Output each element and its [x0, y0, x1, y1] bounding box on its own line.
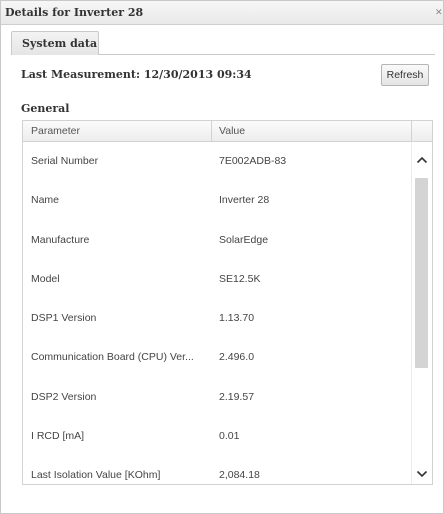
parameter-cell: Model: [31, 272, 60, 285]
general-section-title: General: [21, 102, 70, 115]
parameter-cell: Communication Board (CPU) Ver...: [31, 351, 194, 364]
parameter-cell: DSP2 Version: [31, 390, 97, 403]
table-row[interactable]: I RCD [mA] 0.01: [23, 417, 411, 456]
scrollbar-thumb[interactable]: [415, 178, 428, 368]
panel-title: Details for Inverter 28: [5, 6, 144, 19]
value-cell: 2.19.57: [219, 390, 255, 403]
vertical-scrollbar[interactable]: [411, 142, 432, 484]
parameter-cell: Last Isolation Value [KOhm]: [31, 469, 161, 482]
last-measurement-text: Last Measurement: 12/30/2013 09:34: [21, 68, 252, 81]
value-cell: 1.13.70: [219, 312, 255, 325]
grid-header: Parameter Value: [23, 121, 432, 142]
table-row[interactable]: Last Isolation Value [KOhm] 2,084.18: [23, 456, 411, 484]
tab-strip: System data: [11, 29, 435, 55]
column-separator[interactable]: [211, 121, 212, 142]
table-row[interactable]: Name Inverter 28: [23, 181, 411, 220]
value-cell: Inverter 28: [219, 194, 270, 207]
column-header-value[interactable]: Value: [219, 125, 245, 137]
value-cell: 0.01: [219, 430, 240, 443]
value-cell: SolarEdge: [219, 233, 269, 246]
parameter-cell: Manufacture: [31, 233, 90, 246]
table-row[interactable]: DSP2 Version 2.19.57: [23, 378, 411, 417]
parameter-cell: DSP1 Version: [31, 312, 97, 325]
chevron-down-icon[interactable]: [416, 464, 428, 478]
parameter-cell: Serial Number: [31, 155, 99, 167]
refresh-button[interactable]: Refresh: [381, 64, 429, 86]
panel-header: Details for Inverter 28 ✕: [1, 1, 443, 25]
grid-rows: Serial Number 7E002ADB-83 Name Inverter …: [23, 142, 411, 484]
chevron-up-icon[interactable]: [416, 150, 428, 164]
table-row[interactable]: Model SE12.5K: [23, 260, 411, 299]
general-grid: Parameter Value Serial Number 7E002ADB-8…: [22, 120, 433, 485]
value-cell: 7E002ADB-83: [219, 155, 287, 167]
column-header-parameter[interactable]: Parameter: [31, 125, 80, 137]
parameter-cell: Name: [31, 194, 60, 207]
value-cell: 2,084.18: [219, 469, 260, 482]
value-cell: 2.496.0: [219, 351, 255, 364]
parameter-cell: I RCD [mA]: [31, 430, 85, 443]
table-row[interactable]: DSP1 Version 1.13.70: [23, 299, 411, 338]
table-row[interactable]: Manufacture SolarEdge: [23, 221, 411, 260]
close-icon[interactable]: ✕: [435, 7, 443, 19]
chevron-up-svg: [416, 156, 428, 164]
tab-system-data[interactable]: System data: [11, 31, 99, 55]
table-row[interactable]: Serial Number 7E002ADB-83: [23, 142, 411, 181]
inverter-details-panel: Details for Inverter 28 ✕ System data La…: [0, 0, 444, 514]
chevron-down-svg: [416, 470, 428, 478]
tab-label: System data: [22, 37, 98, 50]
value-cell: SE12.5K: [219, 272, 261, 285]
table-row[interactable]: Communication Board (CPU) Ver... 2.496.0: [23, 338, 411, 377]
column-separator: [411, 121, 412, 142]
